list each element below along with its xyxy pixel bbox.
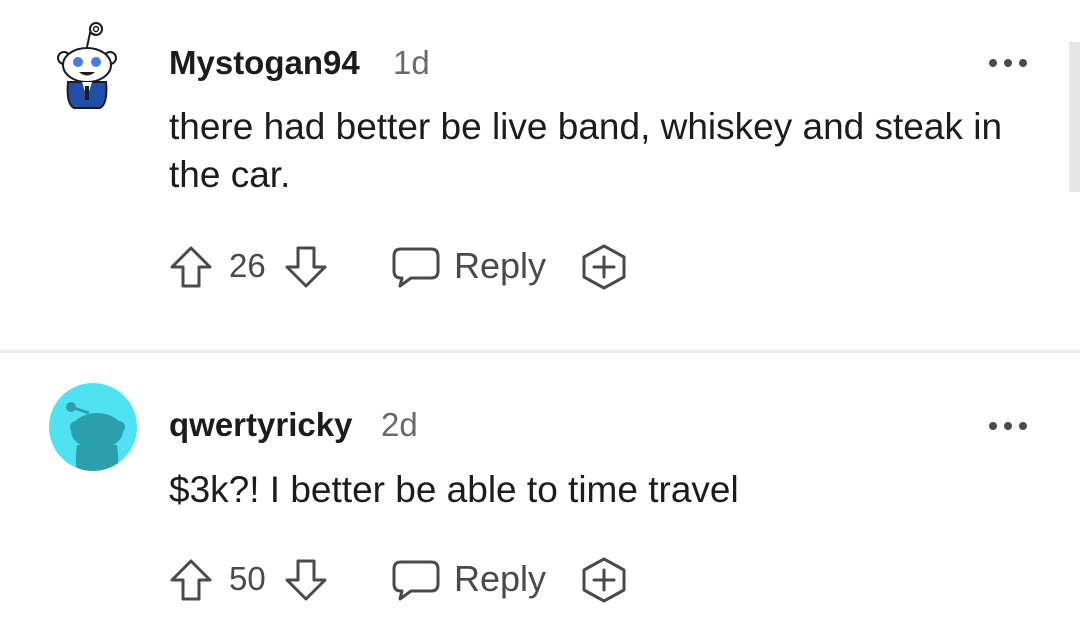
downvote-arrow-icon[interactable]	[283, 244, 329, 290]
comment-actions: 50 Reply	[0, 550, 1080, 610]
snoo-avatar-icon[interactable]	[52, 20, 122, 110]
downvote-arrow-icon[interactable]	[283, 557, 329, 603]
comment-actions: 26 Reply	[0, 237, 1080, 297]
comment-age: 2d	[381, 406, 418, 443]
comment-age: 1d	[393, 44, 430, 81]
comment-username[interactable]: qwertyricky	[169, 406, 352, 444]
upvote-arrow-icon[interactable]	[168, 557, 214, 603]
default-snoo-avatar-icon[interactable]	[49, 383, 137, 471]
reply-button[interactable]: Reply	[454, 558, 546, 600]
upvote-arrow-icon[interactable]	[168, 244, 214, 290]
comment: qwertyricky 2d $3k?! I better be able to…	[0, 353, 1080, 631]
award-plus-icon[interactable]	[579, 555, 629, 605]
reply-button[interactable]: Reply	[454, 245, 546, 287]
comment: Mystogan94 1d there had better be live b…	[0, 0, 1080, 351]
comment-username[interactable]: Mystogan94	[169, 44, 360, 82]
comment-body: $3k?! I better be able to time travel	[169, 469, 739, 510]
reply-bubble-icon[interactable]	[391, 558, 441, 602]
comment-body: there had better be live band, whiskey a…	[169, 106, 1003, 195]
vote-score: 26	[229, 247, 266, 284]
award-plus-icon[interactable]	[579, 242, 629, 292]
vote-score: 50	[229, 560, 266, 597]
reply-bubble-icon[interactable]	[391, 245, 441, 289]
more-options-icon[interactable]	[986, 55, 1030, 71]
more-options-icon[interactable]	[986, 418, 1030, 434]
comment-thread: Mystogan94 1d there had better be live b…	[0, 0, 1080, 631]
